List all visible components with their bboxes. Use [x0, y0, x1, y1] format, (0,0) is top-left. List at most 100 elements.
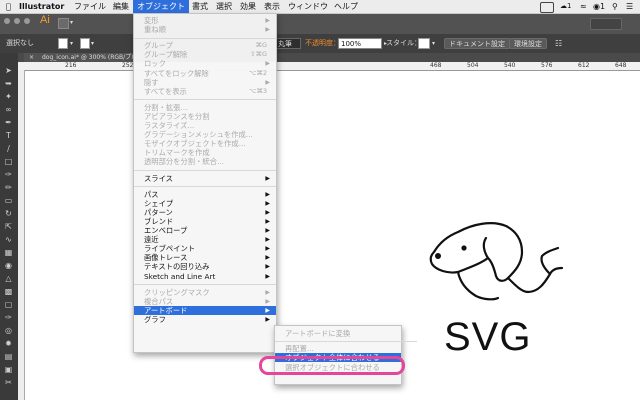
menu-help[interactable]: ヘルプ	[330, 0, 362, 13]
slice-tool-icon[interactable]: ✂	[3, 377, 14, 388]
menu-edit[interactable]: 編集	[109, 0, 133, 13]
fill-dropdown-icon[interactable]: ▾	[70, 38, 73, 49]
menu-item[interactable]: グラフ ▶	[134, 315, 276, 324]
menu-window[interactable]: ウィンドウ	[284, 0, 332, 13]
list-icon[interactable]: ☰	[622, 0, 637, 13]
style-swatch[interactable]	[418, 38, 430, 49]
submenu-arrow-icon: ▶	[265, 174, 270, 182]
free-transform-tool-icon[interactable]: ▦	[3, 247, 14, 258]
user-count[interactable]: ◉1	[589, 0, 609, 13]
search-icon[interactable]: ⚲	[608, 0, 622, 13]
workspace-switcher[interactable]	[590, 18, 622, 30]
align-icon[interactable]: ☷	[555, 38, 562, 49]
stroke-style-dropdown[interactable]: 丸筆	[275, 38, 301, 49]
ruler-mark: 504	[467, 62, 479, 69]
menu-view[interactable]: 表示	[260, 0, 284, 13]
menu-effect[interactable]: 効果	[236, 0, 260, 13]
menu-item[interactable]: シェイプ ▶	[134, 199, 276, 208]
lasso-tool-icon[interactable]: ∞	[3, 104, 14, 115]
type-tool-icon[interactable]: T	[3, 130, 14, 141]
menu-file[interactable]: ファイル	[70, 0, 110, 13]
rotate-tool-icon[interactable]: ↻	[3, 208, 14, 219]
ruler-mark: 576	[541, 62, 553, 69]
menu-item: すべてを表示 ⌥⌘3	[134, 87, 276, 96]
horizontal-ruler[interactable]: 216 252 468 504 540 576 612 648	[18, 62, 640, 71]
submenu-arrow-icon: ▶	[265, 199, 270, 207]
artboard-tool-icon[interactable]: ▣	[3, 364, 14, 375]
menu-item-label: スライス	[144, 173, 173, 183]
submenu-arrow-icon: ▶	[265, 288, 270, 296]
eraser-tool-icon[interactable]: ▭	[3, 195, 14, 206]
menu-item-label: 複合パス	[144, 296, 174, 306]
preferences-button[interactable]: 環境設定	[509, 38, 547, 49]
menu-item[interactable]: 画像トレース ▶	[134, 253, 276, 262]
menu-item-label: テキストの回り込み	[144, 262, 210, 272]
menu-item[interactable]: アートボード ▶	[134, 305, 276, 315]
vertical-ruler[interactable]	[18, 70, 25, 400]
menu-separator	[134, 284, 276, 286]
zoom-window-icon[interactable]	[24, 18, 30, 24]
stroke-dropdown-icon[interactable]: ▾	[91, 38, 94, 49]
ruler-mark: 252	[122, 62, 134, 69]
width-tool-icon[interactable]: ∿	[3, 234, 14, 245]
menu-object[interactable]: オブジェクト	[133, 0, 189, 13]
menu-item[interactable]: エンベロープ ▶	[134, 226, 276, 235]
minimize-window-icon[interactable]	[14, 18, 20, 24]
rectangle-tool-icon[interactable]: □	[3, 156, 14, 167]
menu-item[interactable]: Sketch and Line Art ▶	[134, 272, 276, 281]
close-tab-icon[interactable]: ×	[29, 53, 34, 62]
dog-icon-artwork[interactable]	[418, 212, 574, 312]
menu-app[interactable]: Illustrator	[15, 0, 68, 13]
fill-swatch[interactable]	[58, 38, 68, 49]
menu-item[interactable]: ライブペイント ▶	[134, 244, 276, 253]
artwork-caption[interactable]: SVG	[444, 315, 531, 360]
direct-selection-tool-icon[interactable]: ➥	[3, 78, 14, 89]
menu-item[interactable]: パターン ▶	[134, 208, 276, 217]
control-bar: 選択なし ▾ ▾ 丸筆 不透明度： 100% ▸ スタイル： ▾ ドキュメント設…	[0, 34, 640, 53]
menu-item: グループ解除 ⇧⌘G	[134, 50, 276, 59]
menu-type[interactable]: 書式	[188, 0, 212, 13]
blend-tool-icon[interactable]: ◎	[3, 325, 14, 336]
menu-item[interactable]: スライス ▶	[134, 174, 276, 183]
paintbrush-tool-icon[interactable]: ✑	[3, 169, 14, 180]
submenu-arrow-icon: ▶	[265, 254, 270, 262]
submenu-arrow-icon: ▶	[265, 78, 270, 86]
symbol-sprayer-tool-icon[interactable]: ✹	[3, 338, 14, 349]
menu-item[interactable]: パス ▶	[134, 190, 276, 199]
menu-item-label: パス	[144, 189, 159, 199]
eyedropper-tool-icon[interactable]: ✑	[3, 312, 14, 323]
ruler-mark: 468	[430, 62, 442, 69]
shape-builder-tool-icon[interactable]: ◉	[3, 260, 14, 271]
menu-item[interactable]: 遠近 ▶	[134, 235, 276, 244]
menu-item-label: トリムマークを作成	[144, 148, 210, 158]
document-settings-button[interactable]: ドキュメント設定	[444, 38, 510, 49]
mesh-tool-icon[interactable]: ▩	[3, 286, 14, 297]
bridge-icon[interactable]	[58, 18, 69, 29]
graph-tool-icon[interactable]: ▤	[3, 351, 14, 362]
cloud-count[interactable]: ☁1	[556, 0, 575, 13]
style-dropdown-icon[interactable]: ▾	[432, 38, 435, 49]
menu-bar:  Illustrator ファイル 編集 オブジェクト 書式 選択 効果 表示…	[0, 0, 640, 14]
opacity-field[interactable]: 100%	[338, 38, 382, 49]
menu-item-label: クリッピングマスク	[144, 287, 210, 297]
stroke-swatch[interactable]	[80, 38, 90, 49]
style-label: スタイル：	[386, 39, 421, 47]
apple-icon[interactable]: 	[2, 0, 15, 13]
status-box-icon[interactable]	[540, 2, 554, 13]
pencil-tool-icon[interactable]: ✏	[3, 182, 14, 193]
document-tab-title: dog_icon.ai* @ 300% (RGB/プレビ	[42, 54, 144, 61]
scale-tool-icon[interactable]: ⇱	[3, 221, 14, 232]
arrange-icon[interactable]: ▾	[70, 19, 73, 26]
menu-select[interactable]: 選択	[212, 0, 236, 13]
menu-item[interactable]: ブレンド ▶	[134, 217, 276, 226]
perspective-grid-tool-icon[interactable]: △	[3, 273, 14, 284]
gradient-tool-icon[interactable]: ▢	[3, 299, 14, 310]
magic-wand-tool-icon[interactable]: ✦	[3, 91, 14, 102]
submenu-arrow-icon: ▶	[265, 26, 270, 34]
close-window-icon[interactable]	[4, 18, 10, 24]
menu-item[interactable]: テキストの回り込み ▶	[134, 262, 276, 271]
line-tool-icon[interactable]: ∕	[3, 143, 14, 154]
selection-tool-icon[interactable]: ➤	[3, 65, 14, 76]
menu-item-label: ライブペイント	[144, 244, 196, 254]
pen-tool-icon[interactable]: ✒	[3, 117, 14, 128]
